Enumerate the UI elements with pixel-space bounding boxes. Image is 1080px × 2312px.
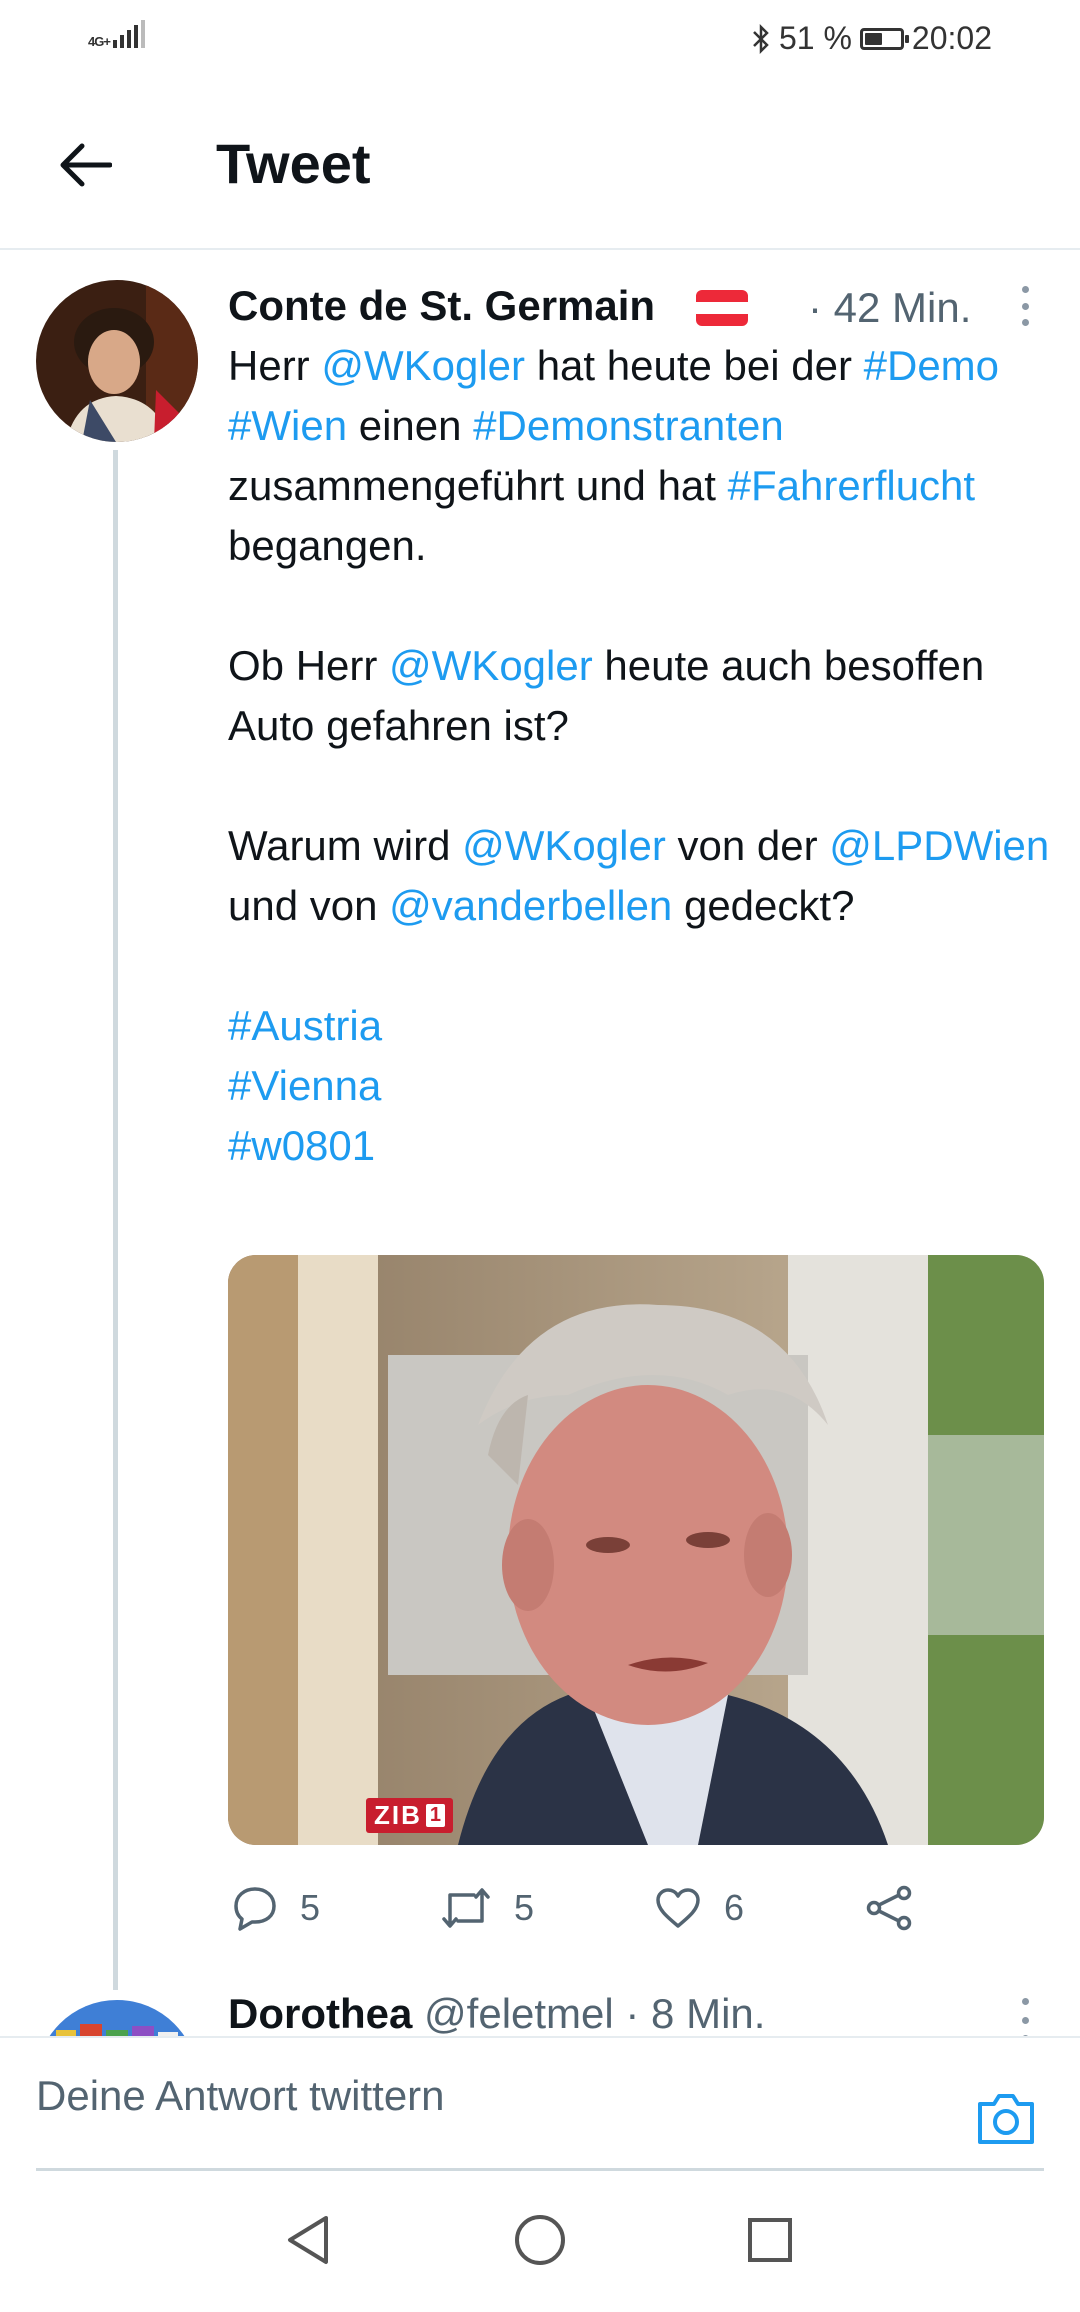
camera-icon	[978, 2094, 1034, 2144]
tweet-actions: 5 5 6	[228, 1878, 1044, 1938]
zib-logo-text: ZIB	[374, 1800, 422, 1830]
nav-home-button[interactable]	[510, 2210, 570, 2270]
reply-meta: @feletmel · 8 Min.	[424, 1990, 766, 2037]
reply-author-name[interactable]: Dorothea	[228, 1990, 412, 2037]
tweet-text-segment: von der	[665, 822, 830, 869]
tweet-paragraph: Herr @WKogler hat heute bei der #Demo #W…	[228, 336, 1058, 576]
arrow-left-icon	[60, 143, 112, 187]
page-title: Tweet	[216, 132, 371, 195]
like-button[interactable]: 6	[654, 1878, 744, 1938]
tweet-text-segment: hat heute bei der	[525, 342, 864, 389]
bluetooth-icon	[753, 23, 769, 54]
flag-stripe	[696, 313, 748, 326]
thread-line	[113, 450, 118, 1990]
back-button[interactable]	[50, 130, 120, 200]
network-status: 4G+	[88, 20, 145, 49]
tweet-text-segment: begangen.	[228, 522, 427, 569]
hashtag-link[interactable]: #Wien	[228, 402, 347, 449]
author-avatar[interactable]	[36, 280, 198, 442]
tweet-paragraph: Warum wird @WKogler von der @LPDWien und…	[228, 816, 1058, 936]
zib-logo: ZIB 1	[366, 1798, 454, 1833]
mention-link[interactable]: @WKogler	[321, 342, 525, 389]
tweet-paragraph: #Austria #Vienna #w0801	[228, 996, 1058, 1176]
hashtag-link[interactable]: #Fahrerflucht	[728, 462, 975, 509]
zib-logo-number: 1	[425, 1804, 446, 1827]
recents-square-icon	[748, 2218, 792, 2262]
hashtag-link[interactable]: #Demo	[864, 342, 999, 389]
input-underline	[36, 2168, 1044, 2171]
nav-back-button[interactable]	[278, 2210, 338, 2270]
reply-compose-bar: Deine Antwort twittern	[0, 2036, 1080, 2174]
tweet-header: Conte de St. Germain · 42 Min.	[228, 278, 1038, 338]
app-header: Tweet	[0, 80, 1080, 250]
camera-button[interactable]	[974, 2088, 1038, 2148]
battery-icon	[859, 27, 909, 50]
home-circle-icon	[515, 2215, 565, 2265]
share-button[interactable]	[864, 1878, 914, 1938]
retweet-count: 5	[514, 1887, 535, 1928]
network-type: 4G+	[88, 34, 111, 49]
share-icon	[866, 1885, 912, 1931]
tweet-text-segment: Warum wird	[228, 822, 463, 869]
reply-count: 5	[300, 1887, 321, 1928]
tweet-text-segment: zusammengeführt und hat	[228, 462, 728, 509]
signal-icon	[113, 20, 145, 48]
flag-stripe	[696, 290, 748, 302]
mention-link[interactable]: @WKogler	[389, 642, 593, 689]
battery-percent: 51 %	[778, 20, 852, 56]
author-name[interactable]: Conte de St. Germain	[228, 282, 655, 330]
hashtag-link[interactable]: #w0801	[228, 1116, 1058, 1176]
like-count: 6	[724, 1887, 745, 1928]
hashtag-link[interactable]: #Austria	[228, 996, 1058, 1056]
tweet-text-segment: gedeckt?	[672, 882, 855, 929]
hashtag-link[interactable]: #Vienna	[228, 1056, 1058, 1116]
mention-link[interactable]: @vanderbellen	[389, 882, 672, 929]
reply-input[interactable]: Deine Antwort twittern	[36, 2072, 445, 2120]
retweet-icon	[442, 1888, 490, 1928]
tweet-text-segment: Herr	[228, 342, 322, 389]
mention-link[interactable]: @LPDWien	[829, 822, 1049, 869]
austria-flag-icon	[696, 290, 748, 326]
heart-icon	[656, 1888, 700, 1928]
tweet-time[interactable]: · 42 Min.	[808, 284, 971, 332]
tweet-media-image[interactable]: ZIB 1	[228, 1255, 1044, 1845]
hashtag-link[interactable]: #Demonstranten	[473, 402, 784, 449]
back-triangle-icon	[288, 2216, 328, 2264]
tweet-text-segment: und von	[228, 882, 390, 929]
status-bar: 4G+ 51 % 20:02	[0, 0, 1080, 80]
clock: 20:02	[911, 20, 992, 56]
tweet-text-segment: einen	[347, 402, 474, 449]
tweet-text: Herr @WKogler hat heute bei der #Demo #W…	[228, 336, 1058, 1176]
reply-icon	[234, 1887, 276, 1931]
more-options-icon[interactable]	[1010, 282, 1040, 330]
tweet-text-segment: Ob Herr	[228, 642, 390, 689]
system-status: 51 % 20:02	[751, 20, 992, 57]
retweet-button[interactable]: 5	[440, 1878, 534, 1938]
tweet-paragraph: Ob Herr @WKogler heute auch besoffen Aut…	[228, 636, 1058, 756]
reply-button[interactable]: 5	[232, 1878, 320, 1938]
nav-recents-button[interactable]	[740, 2210, 800, 2270]
system-navigation-bar	[0, 2172, 1080, 2312]
mention-link[interactable]: @WKogler	[462, 822, 666, 869]
flag-stripe	[696, 301, 748, 314]
